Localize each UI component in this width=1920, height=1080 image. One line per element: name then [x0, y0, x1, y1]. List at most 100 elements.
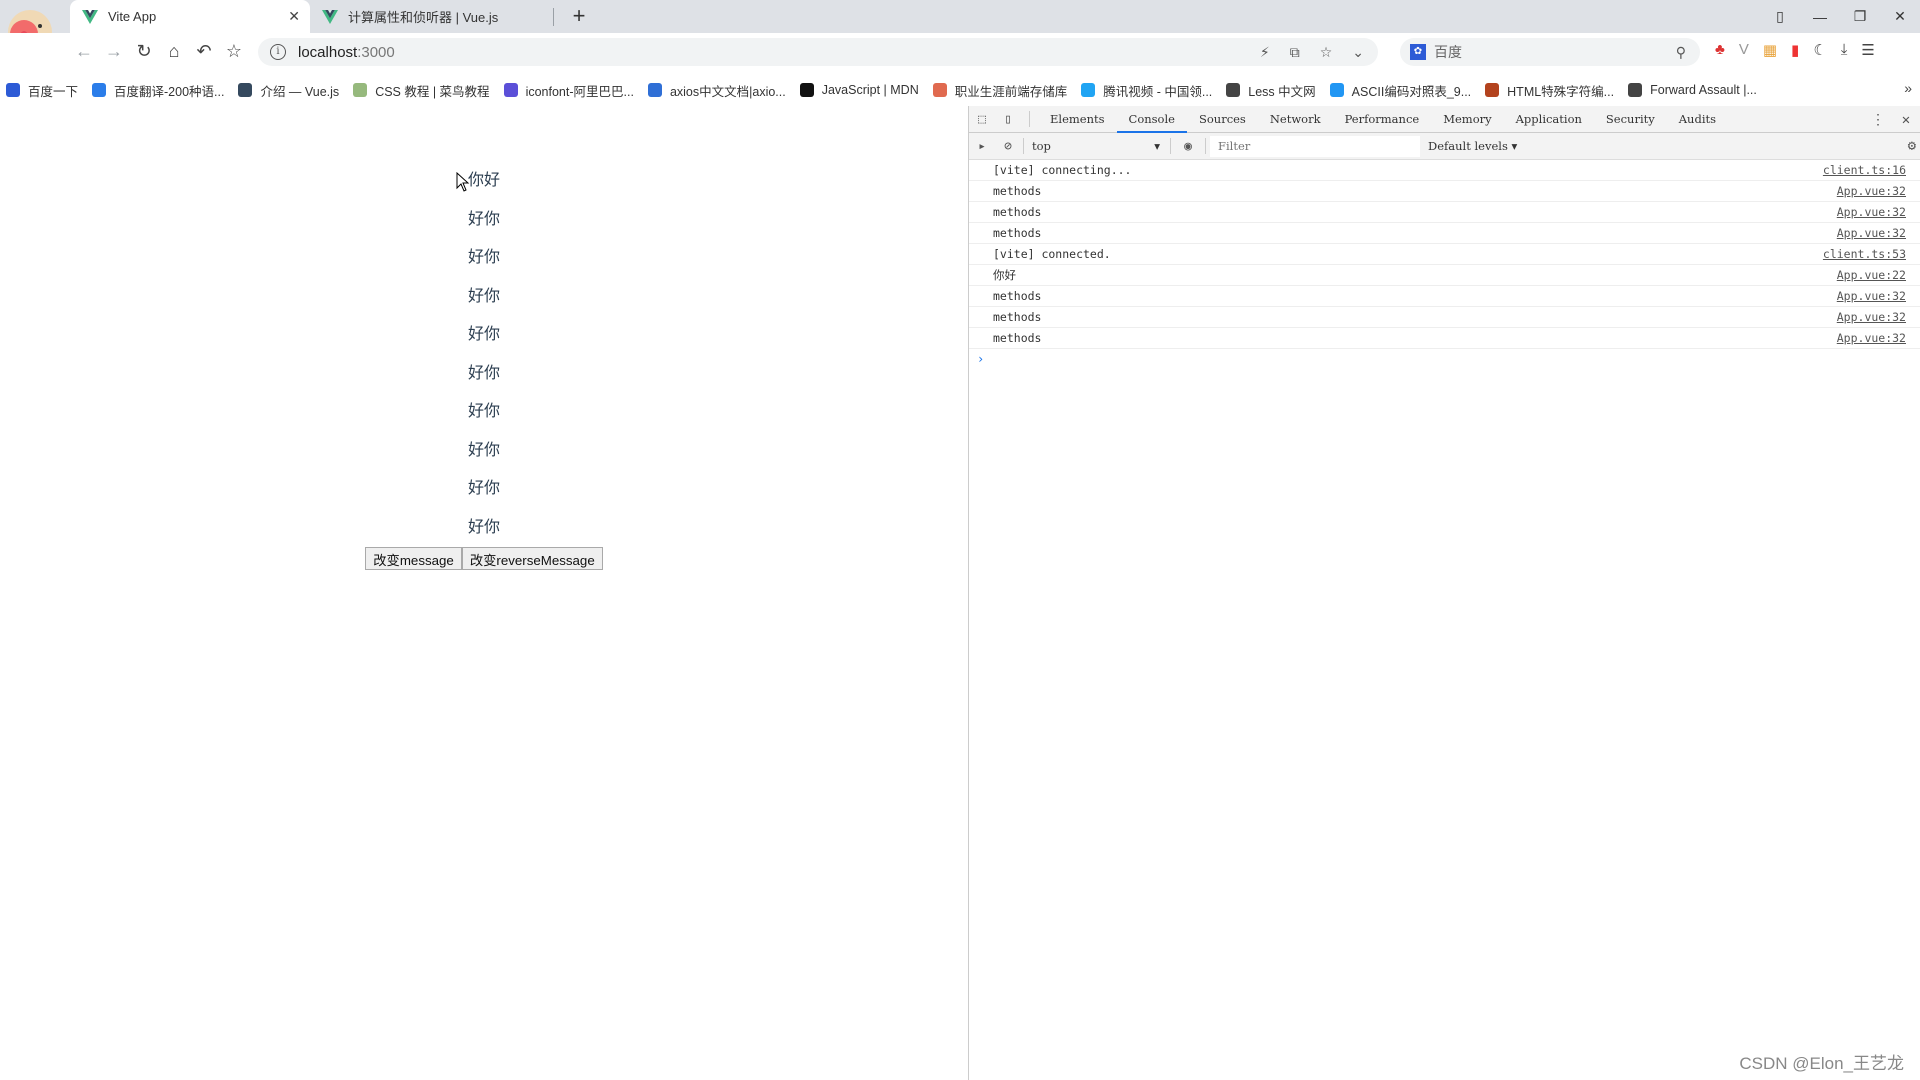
- devtools-tab-security[interactable]: Security: [1594, 106, 1667, 133]
- log-source-link[interactable]: App.vue:22: [1837, 268, 1906, 282]
- globe-icon: [1628, 83, 1643, 97]
- bookmark-label: 百度一下: [28, 84, 79, 99]
- devtools-tab-audits[interactable]: Audits: [1667, 106, 1728, 133]
- bookmark-item[interactable]: 百度一下: [6, 81, 78, 100]
- undo-close-button[interactable]: ↶: [192, 41, 216, 62]
- console-log-row: 你好 App.vue:22: [969, 265, 1920, 286]
- new-tab-button[interactable]: +: [566, 3, 592, 29]
- tablet-mode-icon[interactable]: ▯: [1760, 8, 1800, 25]
- close-window-button[interactable]: ✕: [1880, 8, 1920, 25]
- log-source-link[interactable]: App.vue:32: [1837, 205, 1906, 219]
- log-message: methods: [993, 226, 1042, 240]
- bookmark-item[interactable]: Forward Assault |...: [1628, 83, 1757, 97]
- console-log-row: methods App.vue:32: [969, 202, 1920, 223]
- log-source-link[interactable]: client.ts:16: [1823, 163, 1906, 177]
- browser-titlebar: Vite App ✕ 计算属性和侦听器 | Vue.js + ▯ — ❐ ✕: [0, 0, 1920, 33]
- devtools-tab-console[interactable]: Console: [1116, 106, 1187, 133]
- extension-red-icon[interactable]: ♣: [1715, 41, 1725, 59]
- change-message-button[interactable]: 改变message: [365, 547, 462, 570]
- log-source-link[interactable]: App.vue:32: [1837, 184, 1906, 198]
- log-source-link[interactable]: App.vue:32: [1837, 289, 1906, 303]
- device-toggle-icon[interactable]: ▯: [995, 112, 1021, 127]
- search-icon[interactable]: ⚲: [1676, 44, 1686, 61]
- bookmark-item[interactable]: HTML特殊字符编...: [1485, 81, 1614, 100]
- home-button[interactable]: ⌂: [162, 41, 186, 62]
- bookmark-item[interactable]: axios中文文档|axio...: [647, 81, 786, 100]
- baidu-paw-icon: ✿: [1410, 44, 1426, 60]
- vue-app: 你好 好你 好你 好你 好你 好你 好你 好你 好你 好你 改变message 改变reverse…: [0, 106, 968, 570]
- tab-vite-app[interactable]: Vite App ✕: [70, 0, 310, 33]
- devtools-tab-performance[interactable]: Performance: [1333, 106, 1432, 133]
- log-levels-dropdown[interactable]: Default levels ▾: [1428, 139, 1517, 153]
- console-settings-gear-icon[interactable]: ⚙: [1908, 138, 1916, 154]
- log-source-link[interactable]: client.ts:53: [1823, 247, 1906, 261]
- site-info-icon[interactable]: i: [270, 44, 286, 60]
- bookmark-item[interactable]: 百度翻译-200种语...: [92, 81, 224, 100]
- log-source-link[interactable]: App.vue:32: [1837, 331, 1906, 345]
- star-icon[interactable]: ☆: [1320, 44, 1333, 61]
- live-expression-eye-icon[interactable]: ◉: [1175, 139, 1201, 154]
- change-reverse-message-button[interactable]: 改变reverseMessage: [461, 547, 603, 570]
- minimize-button[interactable]: —: [1800, 9, 1840, 25]
- lightning-icon[interactable]: ⚡: [1260, 44, 1270, 61]
- forward-button[interactable]: →: [102, 41, 126, 62]
- console-filter-input[interactable]: [1210, 135, 1420, 157]
- message-line: 好你: [467, 403, 500, 420]
- translate-icon[interactable]: ⧉: [1290, 44, 1300, 61]
- back-button[interactable]: ←: [72, 41, 96, 62]
- address-host: localhost: [298, 43, 358, 61]
- bookmark-star-button[interactable]: ☆: [222, 41, 246, 62]
- extension-grid-icon[interactable]: ▦: [1763, 41, 1777, 59]
- iconfont-icon: [503, 83, 518, 97]
- extension-pdf-icon[interactable]: ▮: [1791, 41, 1799, 59]
- extension-v-icon[interactable]: V: [1739, 41, 1749, 59]
- bookmark-item[interactable]: JavaScript | MDN: [799, 83, 919, 97]
- devtools-tab-sources[interactable]: Sources: [1187, 106, 1258, 133]
- download-icon[interactable]: ⤓: [1841, 41, 1848, 59]
- bookmark-label: 腾讯视频 - 中国领...: [1103, 84, 1213, 99]
- tab-vue-docs[interactable]: 计算属性和侦听器 | Vue.js: [314, 0, 554, 33]
- log-message: methods: [993, 289, 1042, 303]
- chevron-down-icon[interactable]: ⌄: [1352, 44, 1364, 61]
- search-engine-box[interactable]: ✿ 百度 ⚲: [1400, 38, 1700, 66]
- devtools-tab-application[interactable]: Application: [1504, 106, 1594, 133]
- devtools-tab-elements[interactable]: Elements: [1038, 106, 1117, 133]
- log-source-link[interactable]: App.vue:32: [1837, 310, 1906, 324]
- context-selector[interactable]: top ▾: [1026, 139, 1166, 153]
- clear-console-icon[interactable]: ⊘: [995, 139, 1021, 154]
- bookmark-item[interactable]: 介绍 — Vue.js: [238, 81, 339, 100]
- address-bar[interactable]: i localhost:3000 ⚡ ⧉ ☆ ⌄: [258, 38, 1378, 66]
- close-devtools-icon[interactable]: ✕: [1892, 112, 1920, 128]
- watermark: CSDN @Elon_王艺龙: [1739, 1054, 1904, 1073]
- log-message: [vite] connected.: [993, 247, 1111, 261]
- devtools-tab-network[interactable]: Network: [1258, 106, 1333, 133]
- menu-icon[interactable]: ☰: [1861, 41, 1874, 59]
- bookmark-label: CSS 教程 | 菜鸟教程: [375, 84, 490, 99]
- more-options-icon[interactable]: ⋮: [1864, 112, 1892, 128]
- show-sidebar-icon[interactable]: ▸: [969, 139, 995, 154]
- console-prompt[interactable]: ›: [969, 349, 1920, 369]
- tab-title: Vite App: [108, 9, 157, 24]
- bookmark-label: 百度翻译-200种语...: [114, 84, 225, 99]
- bookmarks-more-button[interactable]: »: [1904, 80, 1912, 96]
- context-value: top: [1032, 139, 1051, 153]
- bookmark-item[interactable]: iconfont-阿里巴巴...: [503, 81, 634, 100]
- bookmark-item[interactable]: Less 中文网: [1226, 81, 1316, 100]
- bookmark-item[interactable]: ASCII编码对照表_9...: [1329, 81, 1471, 100]
- reload-button[interactable]: ↻: [132, 41, 156, 62]
- devtools-tab-memory[interactable]: Memory: [1431, 106, 1503, 133]
- bookmarks-bar: 百度一下 百度翻译-200种语... 介绍 — Vue.js CSS 教程 | 菜鸟教…: [0, 75, 1920, 105]
- search-engine-label: 百度: [1434, 44, 1462, 60]
- ascii-icon: [1329, 83, 1344, 97]
- dark-mode-icon[interactable]: ☾: [1813, 41, 1826, 59]
- log-message: 你好: [993, 268, 1016, 282]
- bookmark-item[interactable]: CSS 教程 | 菜鸟教程: [353, 81, 490, 100]
- devtools-window-actions: ⋮ ✕: [1864, 106, 1920, 133]
- restore-button[interactable]: ❐: [1840, 8, 1880, 25]
- bookmark-item[interactable]: 职业生涯前端存储库: [932, 81, 1067, 100]
- log-source-link[interactable]: App.vue:32: [1837, 226, 1906, 240]
- bookmark-label: HTML特殊字符编...: [1507, 84, 1615, 99]
- inspect-element-icon[interactable]: ⬚: [969, 112, 995, 127]
- close-tab-icon[interactable]: ✕: [288, 8, 300, 25]
- bookmark-item[interactable]: 腾讯视频 - 中国领...: [1081, 81, 1212, 100]
